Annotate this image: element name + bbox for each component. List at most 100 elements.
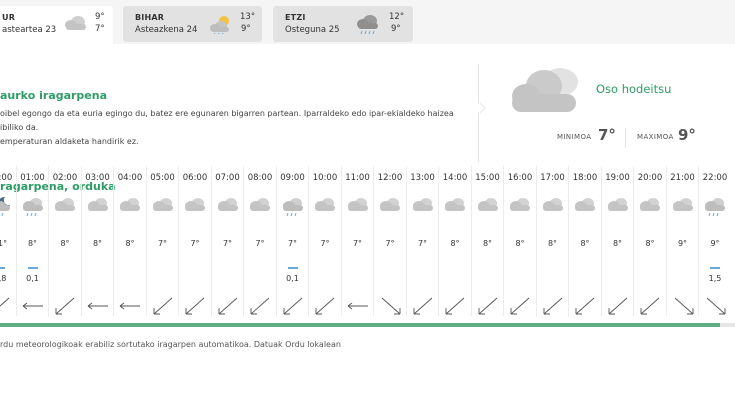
tab-today-name: UR <box>2 13 16 22</box>
wind-arrow-icon <box>283 297 302 315</box>
wind-arrow-icon <box>315 297 335 315</box>
forecast-title: aurko iragarpena <box>0 89 108 102</box>
forecast-description: oibel egongo da eta euria egingo du, bat… <box>0 107 470 149</box>
cloud-icon <box>573 196 597 218</box>
tab-tomorrow-date: Asteazkena 24 <box>135 25 198 35</box>
hour-column: 22:00 9° 1,5 <box>698 166 730 316</box>
divider-chevron <box>474 102 486 114</box>
wind-arrow-icon <box>478 297 497 315</box>
hour-column: 11:00 7° <box>340 166 373 316</box>
hour-temperature: 7° <box>190 239 200 248</box>
hour-column: 09:00 7° 0,1 <box>275 166 308 316</box>
hour-rain: 0,1 <box>26 274 39 283</box>
hour-label: 05:00 <box>150 173 175 183</box>
wind-arrow-icon <box>153 297 172 315</box>
hour-rain: 0,1 <box>286 274 299 283</box>
max-label: MAXIMOA <box>637 133 674 141</box>
hour-column: 00:00 11° 0,8 <box>0 166 15 316</box>
rain-bar <box>27 267 38 269</box>
cloud-icon <box>378 196 402 218</box>
wind-arrow-icon <box>347 302 368 310</box>
tab-day-after-max: 12° <box>389 12 405 22</box>
hour-temperature: 7° <box>222 239 233 248</box>
condition-label: Oso hodeitsu <box>596 82 672 96</box>
hour-label: 00:00 <box>0 173 13 183</box>
rain-bar <box>710 267 720 269</box>
hour-temperature: 7° <box>352 239 363 248</box>
hour-temperature: 11° <box>0 239 8 248</box>
hour-column: 20:00 8° <box>633 166 665 316</box>
hour-temperature: 8° <box>450 239 460 248</box>
cloud-icon <box>151 196 175 218</box>
cloud-icon <box>248 196 272 218</box>
hour-label: 02:00 <box>52 173 78 183</box>
tab-today-min: 7° <box>95 24 105 34</box>
wind-arrow-icon <box>87 302 108 310</box>
large-cloud-icon <box>512 68 578 112</box>
cloud-icon <box>411 196 435 218</box>
scroll-progress[interactable] <box>0 323 735 327</box>
hour-label: 18:00 <box>572 173 598 183</box>
cloud-icon <box>671 196 695 218</box>
wind-arrow-icon <box>381 297 401 315</box>
cloud-rain-icon <box>21 196 45 222</box>
hour-column: 08:00 7° <box>243 166 275 316</box>
min-label: MINIMOA <box>557 133 592 141</box>
tab-tomorrow[interactable]: BIHAR Asteazkena 24 13° 9° <box>123 6 262 42</box>
wind-arrow-icon <box>119 302 140 310</box>
hour-temperature: 8° <box>27 239 38 248</box>
hour-temperature: 9° <box>710 239 720 248</box>
hour-temperature: 8° <box>580 239 590 248</box>
cloud-icon <box>443 196 467 218</box>
forecast-text-line2: emperaturan aldaketa handirik ez. <box>0 137 139 146</box>
hour-label: 11:00 <box>345 173 370 183</box>
cloud-icon <box>508 196 532 218</box>
wind-arrow-icon <box>608 297 627 315</box>
tab-tomorrow-name: BIHAR <box>135 13 165 22</box>
hourly-table: 00:0011°0,801:008°0,102:008°03:008°04:00… <box>0 166 735 326</box>
cloud-icon <box>118 196 142 218</box>
hour-rain: 0,8 <box>0 274 7 283</box>
hour-temperature: 7° <box>417 239 428 248</box>
hour-temperature: 8° <box>547 239 558 248</box>
tab-today[interactable]: UR asteartea 23 9° 7° <box>0 6 113 44</box>
tab-today-date: asteartea 23 <box>2 25 57 35</box>
tab-day-after-min: 9° <box>391 24 401 34</box>
wind-arrow-icon <box>706 297 726 315</box>
hour-label: 17:00 <box>540 173 565 183</box>
hour-column: 15:00 8° <box>470 166 503 316</box>
hour-column: 02:00 8° <box>48 166 80 316</box>
hour-temperature: 7° <box>157 239 168 248</box>
tab-day-after[interactable]: ETZI Osteguna 25 12° 9° <box>273 6 413 42</box>
hour-column: 13:00 7° <box>405 166 438 316</box>
hour-column: 14:00 8° <box>438 166 470 316</box>
hour-label: 08:00 <box>247 173 273 183</box>
hour-column: 12:00 7° <box>373 166 405 316</box>
cloud-icon <box>216 196 240 218</box>
hour-label: 01:00 <box>20 173 45 183</box>
footer-note: rdu meteorologikoak erabiliz sortutako i… <box>0 340 341 349</box>
wind-arrow-icon <box>22 302 43 310</box>
hour-column: 10:00 7° <box>308 166 340 316</box>
hour-temperature: 9° <box>677 239 688 248</box>
cloud-icon <box>606 196 630 218</box>
cloud-rain-icon <box>357 15 378 35</box>
cloud-icon <box>541 196 565 218</box>
wind-arrow-icon <box>575 297 595 315</box>
cloud-icon <box>638 196 662 218</box>
hour-temperature: 8° <box>515 239 525 248</box>
hour-column: 07:00 7° <box>210 166 243 316</box>
hour-label: 14:00 <box>442 173 468 183</box>
hour-temperature: 8° <box>612 239 623 248</box>
hour-temperature: 8° <box>60 239 70 248</box>
hour-column: 04:00 8° <box>113 166 145 316</box>
min-value: 7° <box>598 126 616 144</box>
hour-label: 03:00 <box>85 173 110 183</box>
hour-temperature: 7° <box>385 239 395 248</box>
cloud-icon <box>183 196 207 218</box>
tab-tomorrow-min: 9° <box>241 24 251 34</box>
hour-temperature: 8° <box>125 239 135 248</box>
tab-today-max: 9° <box>95 12 105 22</box>
cloud-icon <box>476 196 500 218</box>
hour-label: 12:00 <box>377 173 403 183</box>
